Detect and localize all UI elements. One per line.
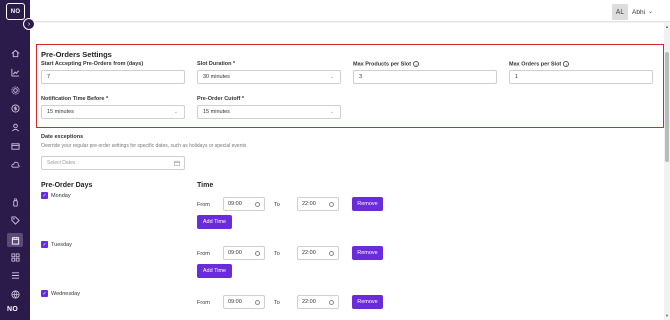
max-products-value: 3 (359, 74, 363, 80)
from-label: From (197, 202, 210, 208)
max-orders-input[interactable]: 1 (509, 70, 653, 84)
notification-time-value: 15 minutes (47, 109, 74, 115)
add-time-button[interactable]: Add Time (197, 215, 232, 229)
user-name[interactable]: Abhi (632, 9, 645, 16)
clock-icon (255, 300, 260, 305)
tuesday-checkbox[interactable]: ✓ (41, 241, 48, 248)
from-time-value: 09:00 (228, 299, 242, 305)
money-icon[interactable] (10, 103, 20, 113)
start-accepting-label: Start Accepting Pre-Orders from (days) (41, 61, 144, 67)
max-orders-label: Max Orders per Slot i (509, 61, 570, 68)
to-time-input[interactable]: 22:00 (297, 246, 339, 260)
chevron-down-icon: ⌄ (329, 109, 334, 115)
calendar-icon (174, 160, 180, 166)
info-icon[interactable]: i (413, 61, 420, 67)
analytics-icon[interactable] (10, 67, 20, 77)
tag-icon[interactable] (10, 215, 20, 225)
cutoff-label: Pre-Order Cutoff * (197, 96, 245, 102)
section-title: Pre-Orders Settings (41, 50, 112, 59)
from-time-value: 09:00 (228, 250, 242, 256)
sidebar-collapse-button[interactable]: › (23, 18, 35, 30)
slot-duration-label: Slot Duration * (197, 61, 236, 67)
cloud-icon[interactable] (10, 159, 20, 169)
max-products-input[interactable]: 3 (353, 70, 497, 84)
scroll-up-icon[interactable]: ▲ (665, 24, 669, 29)
bottle-icon[interactable] (10, 197, 20, 207)
user-icon[interactable] (10, 122, 20, 132)
clock-icon (255, 202, 260, 207)
grid-icon[interactable] (10, 252, 20, 262)
to-time-input[interactable]: 22:00 (297, 295, 339, 309)
to-label: To (274, 202, 280, 208)
from-time-input[interactable]: 09:00 (223, 246, 265, 260)
calendar-icon[interactable] (7, 233, 23, 247)
clock-icon (329, 202, 334, 207)
max-products-label-text: Max Products per Slot (353, 61, 412, 68)
chevron-down-icon: ⌄ (173, 109, 178, 115)
notification-time-label: Notification Time Before * (41, 96, 109, 102)
settings-icon[interactable] (10, 85, 20, 95)
scroll-down-icon[interactable]: ▼ (665, 313, 669, 318)
remove-button[interactable]: Remove (352, 295, 383, 309)
chevron-down-icon[interactable]: ⌄ (648, 8, 653, 15)
from-time-value: 09:00 (228, 201, 242, 207)
to-time-value: 22:00 (302, 201, 316, 207)
to-label: To (274, 251, 280, 257)
from-label: From (197, 300, 210, 306)
select-dates-input[interactable]: Select Dates (41, 156, 185, 170)
remove-button[interactable]: Remove (352, 246, 383, 260)
max-orders-label-text: Max Orders per Slot (509, 61, 562, 68)
chevron-down-icon: ⌄ (329, 74, 334, 80)
cutoff-value: 15 minutes (203, 109, 230, 115)
date-exceptions-helper: Override your regular pre-order settings… (41, 143, 247, 149)
notification-time-select[interactable]: 15 minutes ⌄ (41, 105, 185, 119)
select-dates-placeholder: Select Dates (47, 160, 76, 166)
avatar[interactable]: AL (612, 4, 628, 20)
brand-logo-bottom: NO (7, 306, 19, 313)
list-icon[interactable] (10, 270, 20, 280)
brand-logo[interactable]: NO (6, 3, 25, 20)
to-label: To (274, 300, 280, 306)
to-time-value: 22:00 (302, 299, 316, 305)
clock-icon (255, 251, 260, 256)
day-label: Monday (51, 193, 71, 199)
monday-checkbox[interactable]: ✓ (41, 192, 48, 199)
day-label: Wednesday (51, 291, 80, 297)
card-icon[interactable] (10, 141, 20, 151)
info-icon[interactable]: i (563, 61, 570, 67)
time-heading: Time (197, 182, 214, 189)
max-orders-value: 1 (515, 74, 519, 80)
clock-icon (329, 300, 334, 305)
start-accepting-value: 7 (47, 74, 51, 80)
to-time-input[interactable]: 22:00 (297, 197, 339, 211)
to-time-value: 22:00 (302, 250, 316, 256)
from-time-input[interactable]: 09:00 (223, 295, 265, 309)
cutoff-select[interactable]: 15 minutes ⌄ (197, 105, 341, 119)
slot-duration-select[interactable]: 30 minutes ⌄ (197, 70, 341, 84)
date-exceptions-title: Date exceptions (41, 134, 84, 140)
clock-icon (329, 251, 334, 256)
wednesday-checkbox[interactable]: ✓ (41, 290, 48, 297)
remove-button[interactable]: Remove (352, 197, 383, 211)
start-accepting-input[interactable]: 7 (41, 70, 185, 84)
pre-order-days-heading: Pre-Order Days (41, 182, 93, 189)
day-label: Tuesday (51, 242, 72, 248)
slot-duration-value: 30 minutes (203, 74, 230, 80)
globe-icon[interactable] (10, 289, 20, 299)
home-icon[interactable] (10, 48, 20, 58)
from-label: From (197, 251, 210, 257)
scrollbar-thumb[interactable] (665, 52, 669, 162)
from-time-input[interactable]: 09:00 (223, 197, 265, 211)
max-products-label: Max Products per Slot i (353, 61, 420, 68)
add-time-button[interactable]: Add Time (197, 264, 232, 278)
top-bar (30, 0, 670, 22)
